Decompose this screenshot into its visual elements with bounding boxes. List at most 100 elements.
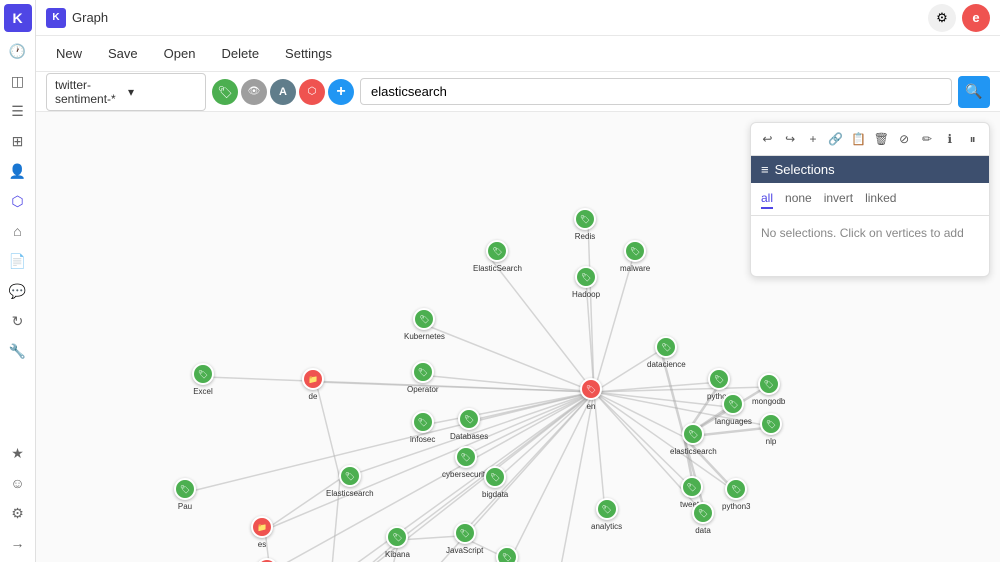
- tab-all[interactable]: all: [761, 189, 773, 209]
- graph-area[interactable]: 🏷Redis 🏷malware 🏷ElasticSearch 🏷Hadoop 🏷Kube…: [36, 112, 1000, 562]
- node-label: python3: [722, 502, 750, 511]
- filter-icon-gray[interactable]: 👁: [241, 79, 267, 105]
- pause-button[interactable]: ⏸: [962, 127, 983, 151]
- graph-node[interactable]: 🏷Databases: [450, 408, 488, 441]
- tab-invert[interactable]: invert: [824, 189, 853, 209]
- sidebar-icon-refresh[interactable]: ↻: [4, 307, 32, 335]
- add-selection-button[interactable]: +: [803, 127, 824, 151]
- sidebar-icon-doc[interactable]: 📄: [4, 247, 32, 275]
- sidebar-icon-smile[interactable]: ☺: [4, 469, 32, 497]
- sidebar-icon-settings2[interactable]: 🔧: [4, 337, 32, 365]
- page-title: Graph: [72, 10, 928, 25]
- sidebar-icon-user[interactable]: 👤: [4, 157, 32, 185]
- graph-node[interactable]: 🏷analytics: [591, 498, 622, 531]
- sidebar-icon-home[interactable]: ⌂: [4, 217, 32, 245]
- filter-button[interactable]: ⊘: [894, 127, 915, 151]
- sidebar-icon-list[interactable]: ☰: [4, 97, 32, 125]
- node-label: Excel: [193, 387, 213, 396]
- graph-node[interactable]: 🏷Kubernetes: [404, 308, 445, 341]
- node-label: data: [695, 526, 711, 535]
- copy-button[interactable]: 📋: [848, 127, 869, 151]
- sidebar-icon-clock[interactable]: 🕐: [4, 37, 32, 65]
- settings-button[interactable]: ⚙: [928, 4, 956, 32]
- titlebar: K Graph ⚙ e: [36, 0, 1000, 36]
- graph-node[interactable]: 🏷en: [580, 378, 602, 411]
- graph-node[interactable]: 🏷BI: [496, 546, 518, 562]
- graph-node[interactable]: 🏷infosec: [410, 411, 435, 444]
- graph-node[interactable]: 🏷python3: [722, 478, 750, 511]
- sidebar: K 🕐 ◫ ☰ ⊞ 👤 ⬡ ⌂ 📄 💬 ↻ 🔧 ★ ☺ ⚙ →: [0, 0, 36, 562]
- node-label: infosec: [410, 435, 435, 444]
- sidebar-icon-gear[interactable]: ⚙: [4, 499, 32, 527]
- sidebar-icon-star[interactable]: ★: [4, 439, 32, 467]
- node-label: Hadoop: [572, 290, 600, 299]
- selections-panel: ↩ ↪ + 🔗 📋 🗑 ⊘ ✏ ℹ ⏸ ≡ Selections all non…: [750, 122, 990, 277]
- graph-node[interactable]: 🏷Redis: [574, 208, 596, 241]
- toolbar: New Save Open Delete Settings: [36, 36, 1000, 72]
- graph-node[interactable]: 📁de: [302, 368, 324, 401]
- graph-node[interactable]: 🏷ElasticSearch: [473, 240, 522, 273]
- selections-tabs: all none invert linked: [751, 183, 989, 216]
- graph-node[interactable]: 🏷Hadoop: [572, 266, 600, 299]
- graph-node[interactable]: 🏷elasticsearch: [670, 423, 717, 456]
- sidebar-icon-graph[interactable]: ⬡: [4, 187, 32, 215]
- tab-none[interactable]: none: [785, 189, 812, 209]
- selections-content: No selections. Click on vertices to add: [751, 216, 989, 276]
- info-button[interactable]: ℹ: [939, 127, 960, 151]
- node-label: mongodb: [752, 397, 785, 406]
- graph-node[interactable]: 🏷Pau: [174, 478, 196, 511]
- graph-node[interactable]: 🏷Excel: [192, 363, 214, 396]
- filter-icon-darkgray[interactable]: A: [270, 79, 296, 105]
- node-label: JavaScript: [446, 546, 483, 555]
- edit-button[interactable]: ✏: [917, 127, 938, 151]
- tab-linked[interactable]: linked: [865, 189, 896, 209]
- node-label: Kubernetes: [404, 332, 445, 341]
- dropdown-arrow-icon: ▾: [128, 85, 197, 99]
- graph-node[interactable]: 🏷languages: [715, 393, 752, 426]
- sidebar-icon-calendar[interactable]: ⊞: [4, 127, 32, 155]
- new-button[interactable]: New: [46, 42, 92, 65]
- search-input[interactable]: [360, 78, 952, 105]
- undo-button[interactable]: ↩: [757, 127, 778, 151]
- graph-node[interactable]: 🏷data: [692, 502, 714, 535]
- node-label: languages: [715, 417, 752, 426]
- selections-empty-message: No selections. Click on vertices to add: [761, 226, 964, 240]
- selections-icon: ≡: [761, 162, 769, 177]
- datasource-select[interactable]: twitter-sentiment-* ▾: [46, 73, 206, 111]
- node-label: ElasticSearch: [473, 264, 522, 273]
- node-label: malware: [620, 264, 650, 273]
- sidebar-icon-chat[interactable]: 💬: [4, 277, 32, 305]
- graph-node[interactable]: 🏷Operator: [407, 361, 439, 394]
- node-label: de: [309, 392, 318, 401]
- graph-node[interactable]: 🏷Elasticsearch: [326, 465, 374, 498]
- filter-icon-add[interactable]: +: [328, 79, 354, 105]
- search-button[interactable]: 🔍: [958, 76, 990, 108]
- graph-node[interactable]: 📁es: [251, 516, 273, 549]
- filter-icon-green[interactable]: 🏷: [212, 79, 238, 105]
- open-button[interactable]: Open: [154, 42, 206, 65]
- graph-node[interactable]: 🏷Kibana: [385, 526, 410, 559]
- redo-button[interactable]: ↪: [780, 127, 801, 151]
- graph-node[interactable]: 🏷JavaScript: [446, 522, 483, 555]
- app-logo: K: [4, 4, 32, 32]
- app-icon: K: [46, 8, 66, 28]
- node-label: en: [587, 402, 596, 411]
- filter-icon-red[interactable]: ⬡: [299, 79, 325, 105]
- sidebar-icon-chart[interactable]: ◫: [4, 67, 32, 95]
- link-button[interactable]: 🔗: [825, 127, 846, 151]
- save-button[interactable]: Save: [98, 42, 148, 65]
- node-label: Kibana: [385, 550, 410, 559]
- sidebar-icon-expand[interactable]: →: [4, 529, 32, 557]
- graph-node[interactable]: 📁fr: [256, 558, 278, 562]
- delete-sel-button[interactable]: 🗑: [871, 127, 892, 151]
- graph-node[interactable]: 🏷mongodb: [752, 373, 785, 406]
- graph-node[interactable]: 🏷datacience: [647, 336, 686, 369]
- graph-node[interactable]: 🏷bigdata: [482, 466, 508, 499]
- datasource-value: twitter-sentiment-*: [55, 78, 124, 106]
- graph-node[interactable]: 🏷malware: [620, 240, 650, 273]
- delete-button[interactable]: Delete: [211, 42, 269, 65]
- user-avatar[interactable]: e: [962, 4, 990, 32]
- graph-node[interactable]: 🏷nlp: [760, 413, 782, 446]
- searchbar: twitter-sentiment-* ▾ 🏷 👁 A ⬡ + 🔍: [36, 72, 1000, 112]
- settings-menu-button[interactable]: Settings: [275, 42, 342, 65]
